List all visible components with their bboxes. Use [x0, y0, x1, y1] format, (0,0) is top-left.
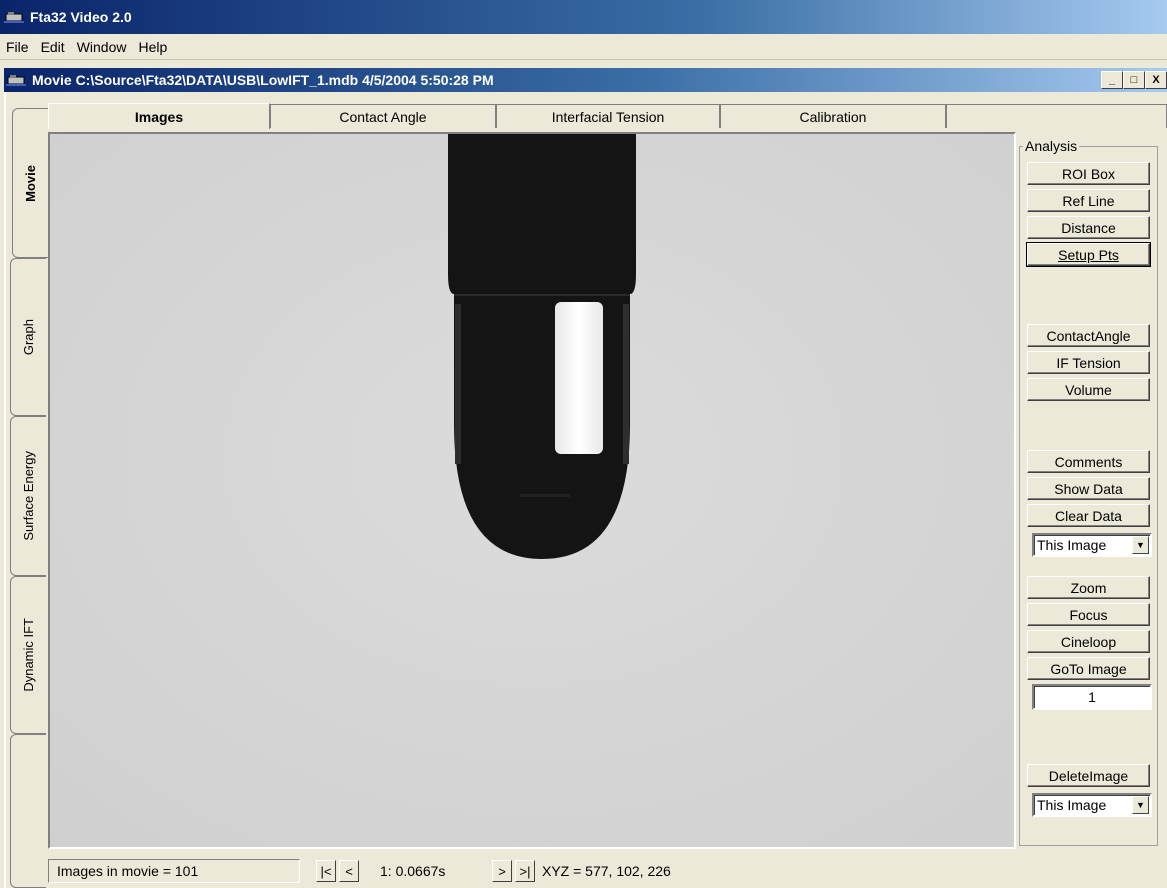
xyz-readout: XYZ = 577, 102, 226	[542, 863, 671, 879]
contact-angle-button[interactable]: ContactAngle	[1027, 324, 1150, 347]
drop-image-view[interactable]	[48, 132, 1016, 849]
tab-graph-label: Graph	[21, 318, 36, 356]
menu-file[interactable]: File	[0, 39, 35, 55]
app-camera-icon	[4, 9, 26, 25]
app-titlebar[interactable]: Fta32 Video 2.0	[0, 0, 1167, 34]
tab-graph[interactable]: Graph	[10, 258, 46, 416]
tab-interfacial-tension[interactable]: Interfacial Tension	[496, 104, 720, 128]
tab-contact-angle[interactable]: Contact Angle	[270, 104, 496, 128]
tab-empty-top	[946, 104, 1167, 128]
menu-help[interactable]: Help	[132, 39, 173, 55]
tab-calibration[interactable]: Calibration	[720, 104, 946, 128]
minimize-button[interactable]: _	[1101, 71, 1123, 89]
movie-camera-icon	[6, 72, 28, 88]
frame-time: 1: 0.0667s	[380, 863, 446, 879]
focus-button[interactable]: Focus	[1027, 603, 1150, 626]
comments-button[interactable]: Comments	[1027, 450, 1150, 473]
prev-image-button[interactable]: <	[339, 860, 359, 882]
status-bar: Images in movie = 101 |< < 1: 0.0667s > …	[48, 856, 1167, 886]
tab-dynamic-ift[interactable]: Dynamic IFT	[10, 576, 46, 734]
tab-images[interactable]: Images	[48, 103, 270, 129]
child-window-titlebar[interactable]: Movie C:\Source\Fta32\DATA\USB\LowIFT_1.…	[4, 68, 1167, 92]
delete-image-button[interactable]: DeleteImage	[1027, 764, 1150, 787]
tab-movie[interactable]: Movie	[12, 108, 48, 258]
roi-box-button[interactable]: ROI Box	[1027, 162, 1150, 185]
maximize-button[interactable]: □	[1123, 71, 1145, 89]
menu-edit[interactable]: Edit	[35, 39, 71, 55]
cineloop-button[interactable]: Cineloop	[1027, 630, 1150, 653]
next-image-button[interactable]: >	[492, 860, 512, 882]
last-image-button[interactable]: >|	[515, 860, 535, 882]
analysis-legend: Analysis	[1023, 138, 1080, 154]
images-count: Images in movie = 101	[48, 859, 300, 883]
clear-data-button[interactable]: Clear Data	[1027, 504, 1150, 527]
first-image-button[interactable]: |<	[316, 860, 336, 882]
chevron-down-icon[interactable]: ▼	[1132, 536, 1149, 554]
pendant-drop-image	[50, 134, 1014, 847]
goto-image-input[interactable]: 1	[1032, 684, 1152, 710]
menu-window[interactable]: Window	[71, 39, 133, 55]
goto-image-button[interactable]: GoTo Image	[1027, 657, 1150, 680]
show-data-button[interactable]: Show Data	[1027, 477, 1150, 500]
clear-scope-value: This Image	[1037, 537, 1107, 553]
tab-movie-label: Movie	[23, 164, 38, 202]
ref-line-button[interactable]: Ref Line	[1027, 189, 1150, 212]
tab-dynamic-ift-label: Dynamic IFT	[21, 618, 36, 692]
setup-pts-button[interactable]: Setup Pts	[1026, 242, 1151, 267]
tab-surface-energy-label: Surface Energy	[21, 451, 36, 541]
clear-scope-select[interactable]: This Image ▼	[1032, 533, 1152, 557]
zoom-button[interactable]: Zoom	[1027, 576, 1150, 599]
window-controls: _ □ X	[1101, 71, 1167, 89]
menu-bar: File Edit Window Help	[0, 34, 1167, 60]
if-tension-button[interactable]: IF Tension	[1027, 351, 1150, 374]
distance-button[interactable]: Distance	[1027, 216, 1150, 239]
app-title: Fta32 Video 2.0	[30, 9, 132, 25]
child-window-title: Movie C:\Source\Fta32\DATA\USB\LowIFT_1.…	[32, 72, 494, 88]
delete-scope-value: This Image	[1037, 797, 1107, 813]
delete-scope-select[interactable]: This Image ▼	[1032, 793, 1152, 817]
tab-empty	[10, 734, 46, 888]
tab-surface-energy[interactable]: Surface Energy	[10, 416, 46, 576]
volume-button[interactable]: Volume	[1027, 378, 1150, 401]
chevron-down-icon[interactable]: ▼	[1132, 796, 1149, 814]
close-button[interactable]: X	[1145, 71, 1167, 89]
